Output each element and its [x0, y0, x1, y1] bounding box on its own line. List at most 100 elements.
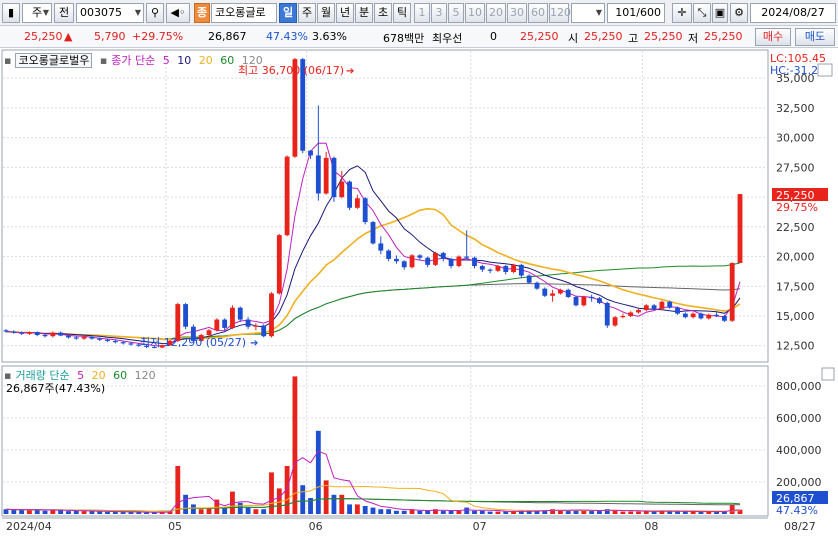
save-icon[interactable]: ▣	[712, 3, 728, 23]
volume-bar	[253, 509, 259, 514]
quote-price: 25,250	[520, 30, 559, 43]
volume-bar	[19, 509, 25, 514]
volume-bar	[495, 511, 501, 514]
candle-body	[323, 157, 329, 194]
ma-label[interactable]: 종가 단순	[111, 54, 155, 67]
volume-bar	[472, 510, 477, 514]
volume-bar	[503, 511, 509, 514]
date-field[interactable]: 2024/08/27	[750, 3, 836, 23]
candle-body	[643, 305, 649, 311]
date-tick-label: 05	[168, 520, 182, 533]
chart-canvas[interactable]: 12,50015,00017,50020,00022,50025,00027,5…	[0, 48, 838, 538]
period-minute[interactable]: 분	[355, 3, 373, 23]
ma120-label: 120	[241, 54, 263, 67]
chevron-down-icon: ▼	[595, 8, 602, 17]
current-volume: 26,867주(47.43%)	[6, 382, 106, 395]
search-icon[interactable]: ⚲	[146, 3, 164, 23]
interval-20[interactable]: 20	[486, 3, 506, 23]
grid-lines	[3, 51, 767, 515]
candle-body	[354, 198, 360, 208]
stock-tag-badge: 종	[194, 3, 210, 23]
speaker-icon[interactable]: ◀◦	[166, 3, 190, 23]
period-second[interactable]: 초	[374, 3, 392, 23]
candle-body	[128, 343, 134, 345]
candle-body	[339, 181, 345, 198]
price-change-pct: +29.75%	[132, 30, 184, 43]
trend-line-icon[interactable]: ⤡	[693, 3, 711, 23]
interval-input[interactable]: ▼	[571, 3, 605, 23]
legend-marker-icon: ▪	[99, 54, 108, 67]
volume-bar	[394, 510, 399, 514]
interval-5[interactable]: 5	[448, 3, 464, 23]
candle-body	[331, 157, 337, 198]
candle-body	[628, 312, 634, 316]
candle-body	[550, 293, 556, 296]
stock-code-value: 003075	[80, 6, 122, 19]
date-axis: 2024/04 05 06 07 08 08/27	[2, 517, 816, 533]
candle-body	[409, 255, 415, 268]
buy-button[interactable]: 매수	[755, 28, 791, 46]
candle-body	[253, 325, 259, 327]
period-year[interactable]: 년	[336, 3, 354, 23]
candle-body	[448, 258, 454, 267]
candle-body	[440, 252, 446, 259]
price-tick-label: 12,500	[776, 340, 815, 353]
interval-30[interactable]: 30	[507, 3, 527, 23]
volume-bar	[331, 494, 337, 514]
volume-bar	[27, 510, 32, 514]
interval-3[interactable]: 3	[431, 3, 447, 23]
volume-bar	[183, 494, 189, 514]
volume-tick-label: 600,000	[776, 412, 822, 425]
market-select-value: 주	[31, 6, 43, 19]
candle-body	[651, 305, 657, 309]
market-select[interactable]: 주 ▼	[22, 3, 52, 23]
candle-body	[206, 330, 212, 336]
candle-body	[50, 332, 56, 337]
candle-body	[73, 337, 79, 339]
chart-menu-icon[interactable]: ▮	[2, 3, 20, 23]
interval-10[interactable]: 10	[465, 3, 485, 23]
volume-bar	[448, 510, 454, 514]
stock-name-field[interactable]: 코오롱글로	[211, 3, 277, 23]
period-week[interactable]: 주	[298, 3, 316, 23]
volume-bar	[690, 511, 696, 514]
best-bid-value: 0	[490, 30, 497, 43]
volume-bar	[479, 510, 485, 514]
candle-body	[675, 307, 680, 314]
candle-body	[315, 155, 321, 194]
crosshair-icon[interactable]: ✛	[672, 3, 692, 23]
period-day[interactable]: 일	[279, 3, 297, 23]
candle-body	[276, 235, 282, 294]
candle-body	[386, 250, 392, 259]
interval-1[interactable]: 1	[414, 3, 430, 23]
ma20-label: 20	[198, 54, 213, 67]
interval-60[interactable]: 60	[528, 3, 548, 23]
candle-body	[81, 336, 87, 339]
jeon-button[interactable]: 전	[54, 3, 74, 23]
range-input[interactable]: 101/600	[607, 3, 665, 23]
volume-tick-label: 200,000	[776, 476, 822, 489]
stock-name-box[interactable]: 코오롱글로벌우	[15, 53, 93, 68]
candle-body	[565, 289, 571, 297]
sell-button[interactable]: 매도	[795, 28, 835, 46]
period-month[interactable]: 월	[317, 3, 335, 23]
vol-ma120-label: 120	[134, 369, 156, 382]
volume-bar	[120, 512, 126, 514]
period-tick[interactable]: 틱	[393, 3, 411, 23]
price-tick-label: 20,000	[776, 251, 815, 264]
volume-ratio: 47.43%	[266, 30, 308, 43]
interval-120[interactable]: 120	[549, 3, 571, 23]
volume-bar	[589, 510, 595, 514]
candle-body	[518, 264, 524, 276]
stock-code-input[interactable]: 003075 ▼	[76, 3, 144, 23]
candle-body	[401, 261, 407, 268]
gear-icon[interactable]: ⚙	[730, 3, 748, 23]
volume-panel-border	[1, 365, 769, 517]
candle-body	[456, 256, 462, 267]
volume-bar	[284, 466, 290, 514]
volume-panel-collapse-icon[interactable]	[821, 367, 835, 381]
volume-bar	[190, 504, 196, 514]
volume-bar	[464, 507, 470, 514]
volume-bar	[339, 494, 345, 514]
panel-collapse-icon[interactable]	[817, 63, 833, 77]
